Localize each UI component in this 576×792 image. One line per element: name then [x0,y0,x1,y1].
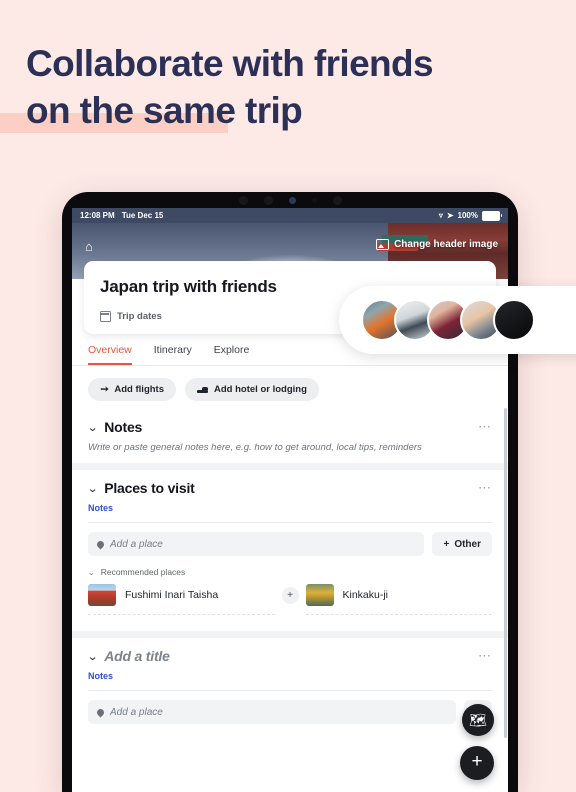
map-fab[interactable]: 🗺 [462,704,494,736]
chevron-down-icon[interactable]: ⌄ [87,650,99,663]
section-notes: ⌄ Notes ⋯ Write or paste general notes h… [72,409,508,453]
untitled-section-header: ⌄ Add a title ⋯ [87,648,492,664]
vertical-scrollbar[interactable] [504,408,507,738]
add-place-placeholder-2: Add a place [110,706,163,718]
tab-overview[interactable]: Overview [88,344,132,365]
golden-pavilion-thumb [305,584,334,606]
places-section-title: Places to visit [104,480,195,496]
untitled-notes-link[interactable]: Notes [88,671,492,681]
ambient-light-sensor-icon [288,196,296,204]
map-pin-icon [95,539,106,549]
add-other-label: Other [454,538,481,550]
add-place-placeholder: Add a place [110,538,163,550]
map-pin-icon [95,707,106,717]
more-options-icon[interactable]: ⋯ [478,480,492,496]
home-icon[interactable]: ⌂ [85,239,93,254]
more-options-icon[interactable]: ⋯ [478,648,492,664]
recommended-places-list: Fushimi Inari Taisha + Kinkaku-ji [72,577,508,615]
chevron-down-icon[interactable]: ⌄ [87,421,99,434]
device-bezel-sensors [62,192,518,208]
add-hotel-button[interactable]: Add hotel or lodging [185,378,319,401]
status-bar-left: 12:08 PM Tue Dec 15 [80,211,163,220]
add-fab[interactable]: + [460,746,494,780]
notes-section-title: Notes [104,419,143,435]
status-bar-time: 12:08 PM [80,211,115,220]
collaborator-avatars-pill[interactable] [339,286,576,354]
notes-section-header: ⌄ Notes ⋯ [87,419,492,435]
trip-dates-label: Trip dates [117,311,162,322]
section-untitled: ⌄ Add a title ⋯ Notes [72,638,508,691]
add-place-input[interactable]: Add a place [88,532,425,556]
recommended-place-name: Fushimi Inari Taisha [125,589,219,601]
quick-action-chips: ➚ Add flights Add hotel or lodging [72,366,508,409]
add-flights-button[interactable]: ➚ Add flights [88,378,176,401]
plus-icon: + [287,590,293,601]
battery-full-icon [482,210,502,221]
image-icon [376,239,390,250]
recommended-place-item[interactable]: Kinkaku-ji [305,584,492,615]
places-section-header: ⌄ Places to visit ⋯ [87,480,492,496]
plus-icon: + [471,750,483,772]
notes-placeholder-text[interactable]: Write or paste general notes here, e.g. … [88,442,492,453]
camera-lens-icon [263,195,273,205]
status-bar: 12:08 PM Tue Dec 15 ▿ ➤ 100% [72,208,508,223]
front-camera-icon [332,195,342,205]
plus-icon: + [443,538,450,550]
recommended-places-header[interactable]: ⌄ Recommended places [72,556,508,577]
places-notes-link[interactable]: Notes [88,503,492,513]
volume-down-button[interactable] [517,388,518,410]
location-arrow-icon: ➤ [446,211,454,220]
torii-gate-thumb [88,584,116,606]
avatar[interactable] [493,299,535,341]
add-place-input-2[interactable]: Add a place [88,700,457,724]
add-place-row-2: Add a place + [72,691,508,724]
battery-percent-label: 100% [457,211,478,220]
section-places-to-visit: ⌄ Places to visit ⋯ Notes [72,470,508,523]
add-place-row: Add a place + Other [72,523,508,556]
untitled-section-title[interactable]: Add a title [104,648,170,664]
add-hotel-label: Add hotel or lodging [214,384,307,395]
proximity-sensor-icon [311,197,317,203]
more-options-icon[interactable]: ⋯ [478,419,492,435]
chevron-down-icon: ⌄ [87,567,96,577]
add-recommended-place-button[interactable]: + [281,587,299,604]
wifi-icon: ▿ [438,211,443,220]
recommended-place-item[interactable]: Fushimi Inari Taisha [88,584,275,615]
chevron-down-icon[interactable]: ⌄ [87,482,99,495]
section-divider [72,463,508,470]
tab-itinerary[interactable]: Itinerary [154,344,192,365]
status-bar-right: ▿ ➤ 100% [438,210,502,221]
marketing-headline: Collaborate with friends on the same tri… [0,40,496,134]
volume-up-button[interactable] [517,360,518,382]
bed-icon [197,386,208,393]
tablet-device-frame: 12:08 PM Tue Dec 15 ▿ ➤ 100% ⌂ Change he… [62,192,518,792]
add-other-button[interactable]: + Other [432,532,492,556]
airplane-icon: ➚ [97,382,112,397]
tab-explore[interactable]: Explore [214,344,250,365]
camera-sensor-icon [238,195,248,205]
headline-line-1-text: Collaborate with friends [26,43,434,84]
map-icon: 🗺 [469,711,487,728]
recommended-place-name: Kinkaku-ji [342,589,389,601]
status-bar-date: Tue Dec 15 [121,211,164,220]
add-flights-label: Add flights [114,384,164,395]
section-divider [72,631,508,638]
change-header-image-label: Change header image [394,239,498,250]
change-header-image-button[interactable]: Change header image [376,239,498,250]
headline-line-1: Collaborate with friends [26,40,496,87]
headline-line-2-text: on the same trip [26,90,303,131]
calendar-icon [99,311,111,322]
recommended-places-label: Recommended places [100,567,186,577]
headline-line-2: on the same trip [26,87,496,134]
